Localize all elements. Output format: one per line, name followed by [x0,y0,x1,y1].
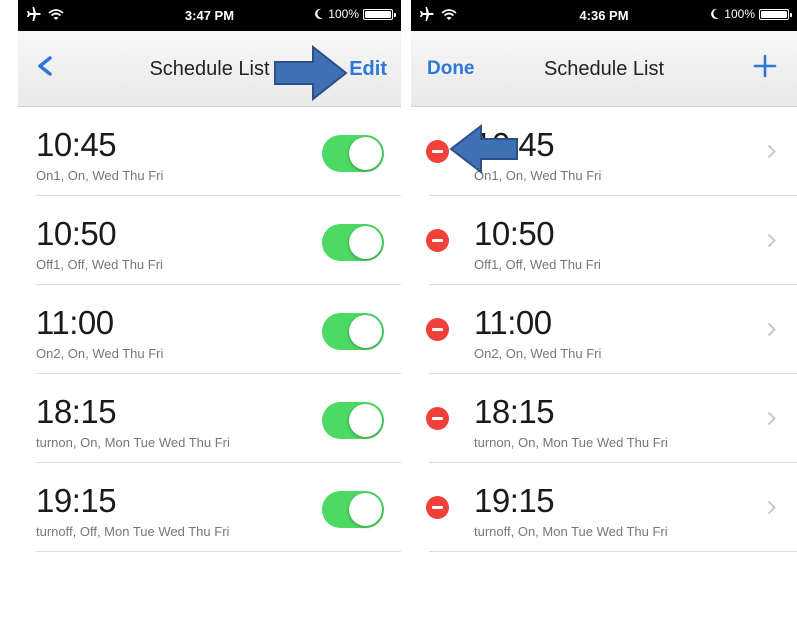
schedule-row[interactable]: 11:00 On2, On, Wed Thu Fri [18,285,401,374]
schedule-time: 18:15 [36,393,117,430]
schedule-time: 11:00 [36,304,114,341]
schedule-time: 10:45 [36,126,117,163]
schedule-detail: turnoff, Off, Mon Tue Wed Thu Fri [36,524,230,539]
delete-minus-icon[interactable] [426,229,449,252]
battery-percent: 100% [328,7,359,21]
moon-icon [315,8,324,19]
schedule-time: 10:50 [474,215,555,252]
schedule-time: 19:15 [474,482,555,519]
schedule-time: 10:45 [474,126,555,163]
status-bar: 4:36 PM 100% [411,0,797,31]
schedule-time: 18:15 [474,393,555,430]
schedule-time: 11:00 [474,304,552,341]
delete-minus-icon[interactable] [426,407,449,430]
add-schedule-button[interactable] [753,54,777,83]
schedule-toggle[interactable] [322,224,384,261]
schedule-toggle[interactable] [322,491,384,528]
schedule-row[interactable]: 10:50 Off1, Off, Wed Thu Fri [18,196,401,285]
schedule-time: 19:15 [36,482,117,519]
schedule-row[interactable]: 19:15 turnoff, Off, Mon Tue Wed Thu Fri [18,463,401,552]
plus-icon [753,54,777,78]
schedule-toggle[interactable] [322,402,384,439]
schedule-detail: turnon, On, Mon Tue Wed Thu Fri [474,435,668,450]
moon-icon [711,8,720,19]
schedule-detail: Off1, Off, Wed Thu Fri [474,257,601,272]
schedule-row[interactable]: 10:45 On1, On, Wed Thu Fri [411,107,797,196]
chevron-right-icon[interactable] [767,144,776,159]
delete-minus-icon[interactable] [426,496,449,519]
status-bar: 3:47 PM 100% [18,0,401,31]
schedule-toggle[interactable] [322,313,384,350]
schedule-detail: On1, On, Wed Thu Fri [474,168,602,183]
right-screen: 4:36 PM 100% Done Schedule List 10:45 On… [411,0,797,641]
page-title: Schedule List [149,58,270,80]
schedule-row[interactable]: 11:00 On2, On, Wed Thu Fri [411,285,797,374]
schedule-row[interactable]: 18:15 turnon, On, Mon Tue Wed Thu Fri [18,374,401,463]
page-title: Schedule List [543,58,665,80]
battery-percent: 100% [724,7,755,21]
schedule-row[interactable]: 19:15 turnoff, On, Mon Tue Wed Thu Fri [411,463,797,552]
schedule-detail: On2, On, Wed Thu Fri [36,346,164,361]
schedule-row[interactable]: 10:50 Off1, Off, Wed Thu Fri [411,196,797,285]
edit-button[interactable]: Edit [349,58,387,81]
battery-icon [759,8,792,20]
schedule-toggle[interactable] [322,135,384,172]
chevron-right-icon[interactable] [767,411,776,426]
delete-minus-icon[interactable] [426,140,449,163]
schedule-row[interactable]: 10:45 On1, On, Wed Thu Fri [18,107,401,196]
schedule-detail: On2, On, Wed Thu Fri [474,346,602,361]
schedule-time: 10:50 [36,215,117,252]
delete-minus-icon[interactable] [426,318,449,341]
nav-bar: Schedule List Edit [18,31,401,107]
schedule-detail: turnoff, On, Mon Tue Wed Thu Fri [474,524,668,539]
chevron-right-icon[interactable] [767,233,776,248]
nav-bar: Done Schedule List [411,31,797,107]
battery-icon [363,8,396,20]
chevron-right-icon[interactable] [767,500,776,515]
schedule-detail: On1, On, Wed Thu Fri [36,168,164,183]
chevron-right-icon[interactable] [767,322,776,337]
schedule-list-edit: 10:45 On1, On, Wed Thu Fri 10:50 Off1, O… [411,107,797,552]
schedule-detail: turnon, On, Mon Tue Wed Thu Fri [36,435,230,450]
schedule-row[interactable]: 18:15 turnon, On, Mon Tue Wed Thu Fri [411,374,797,463]
schedule-detail: Off1, Off, Wed Thu Fri [36,257,163,272]
left-screen: 3:47 PM 100% Schedule List Edit 10:45 On… [18,0,401,641]
schedule-list: 10:45 On1, On, Wed Thu Fri 10:50 Off1, O… [18,107,401,552]
